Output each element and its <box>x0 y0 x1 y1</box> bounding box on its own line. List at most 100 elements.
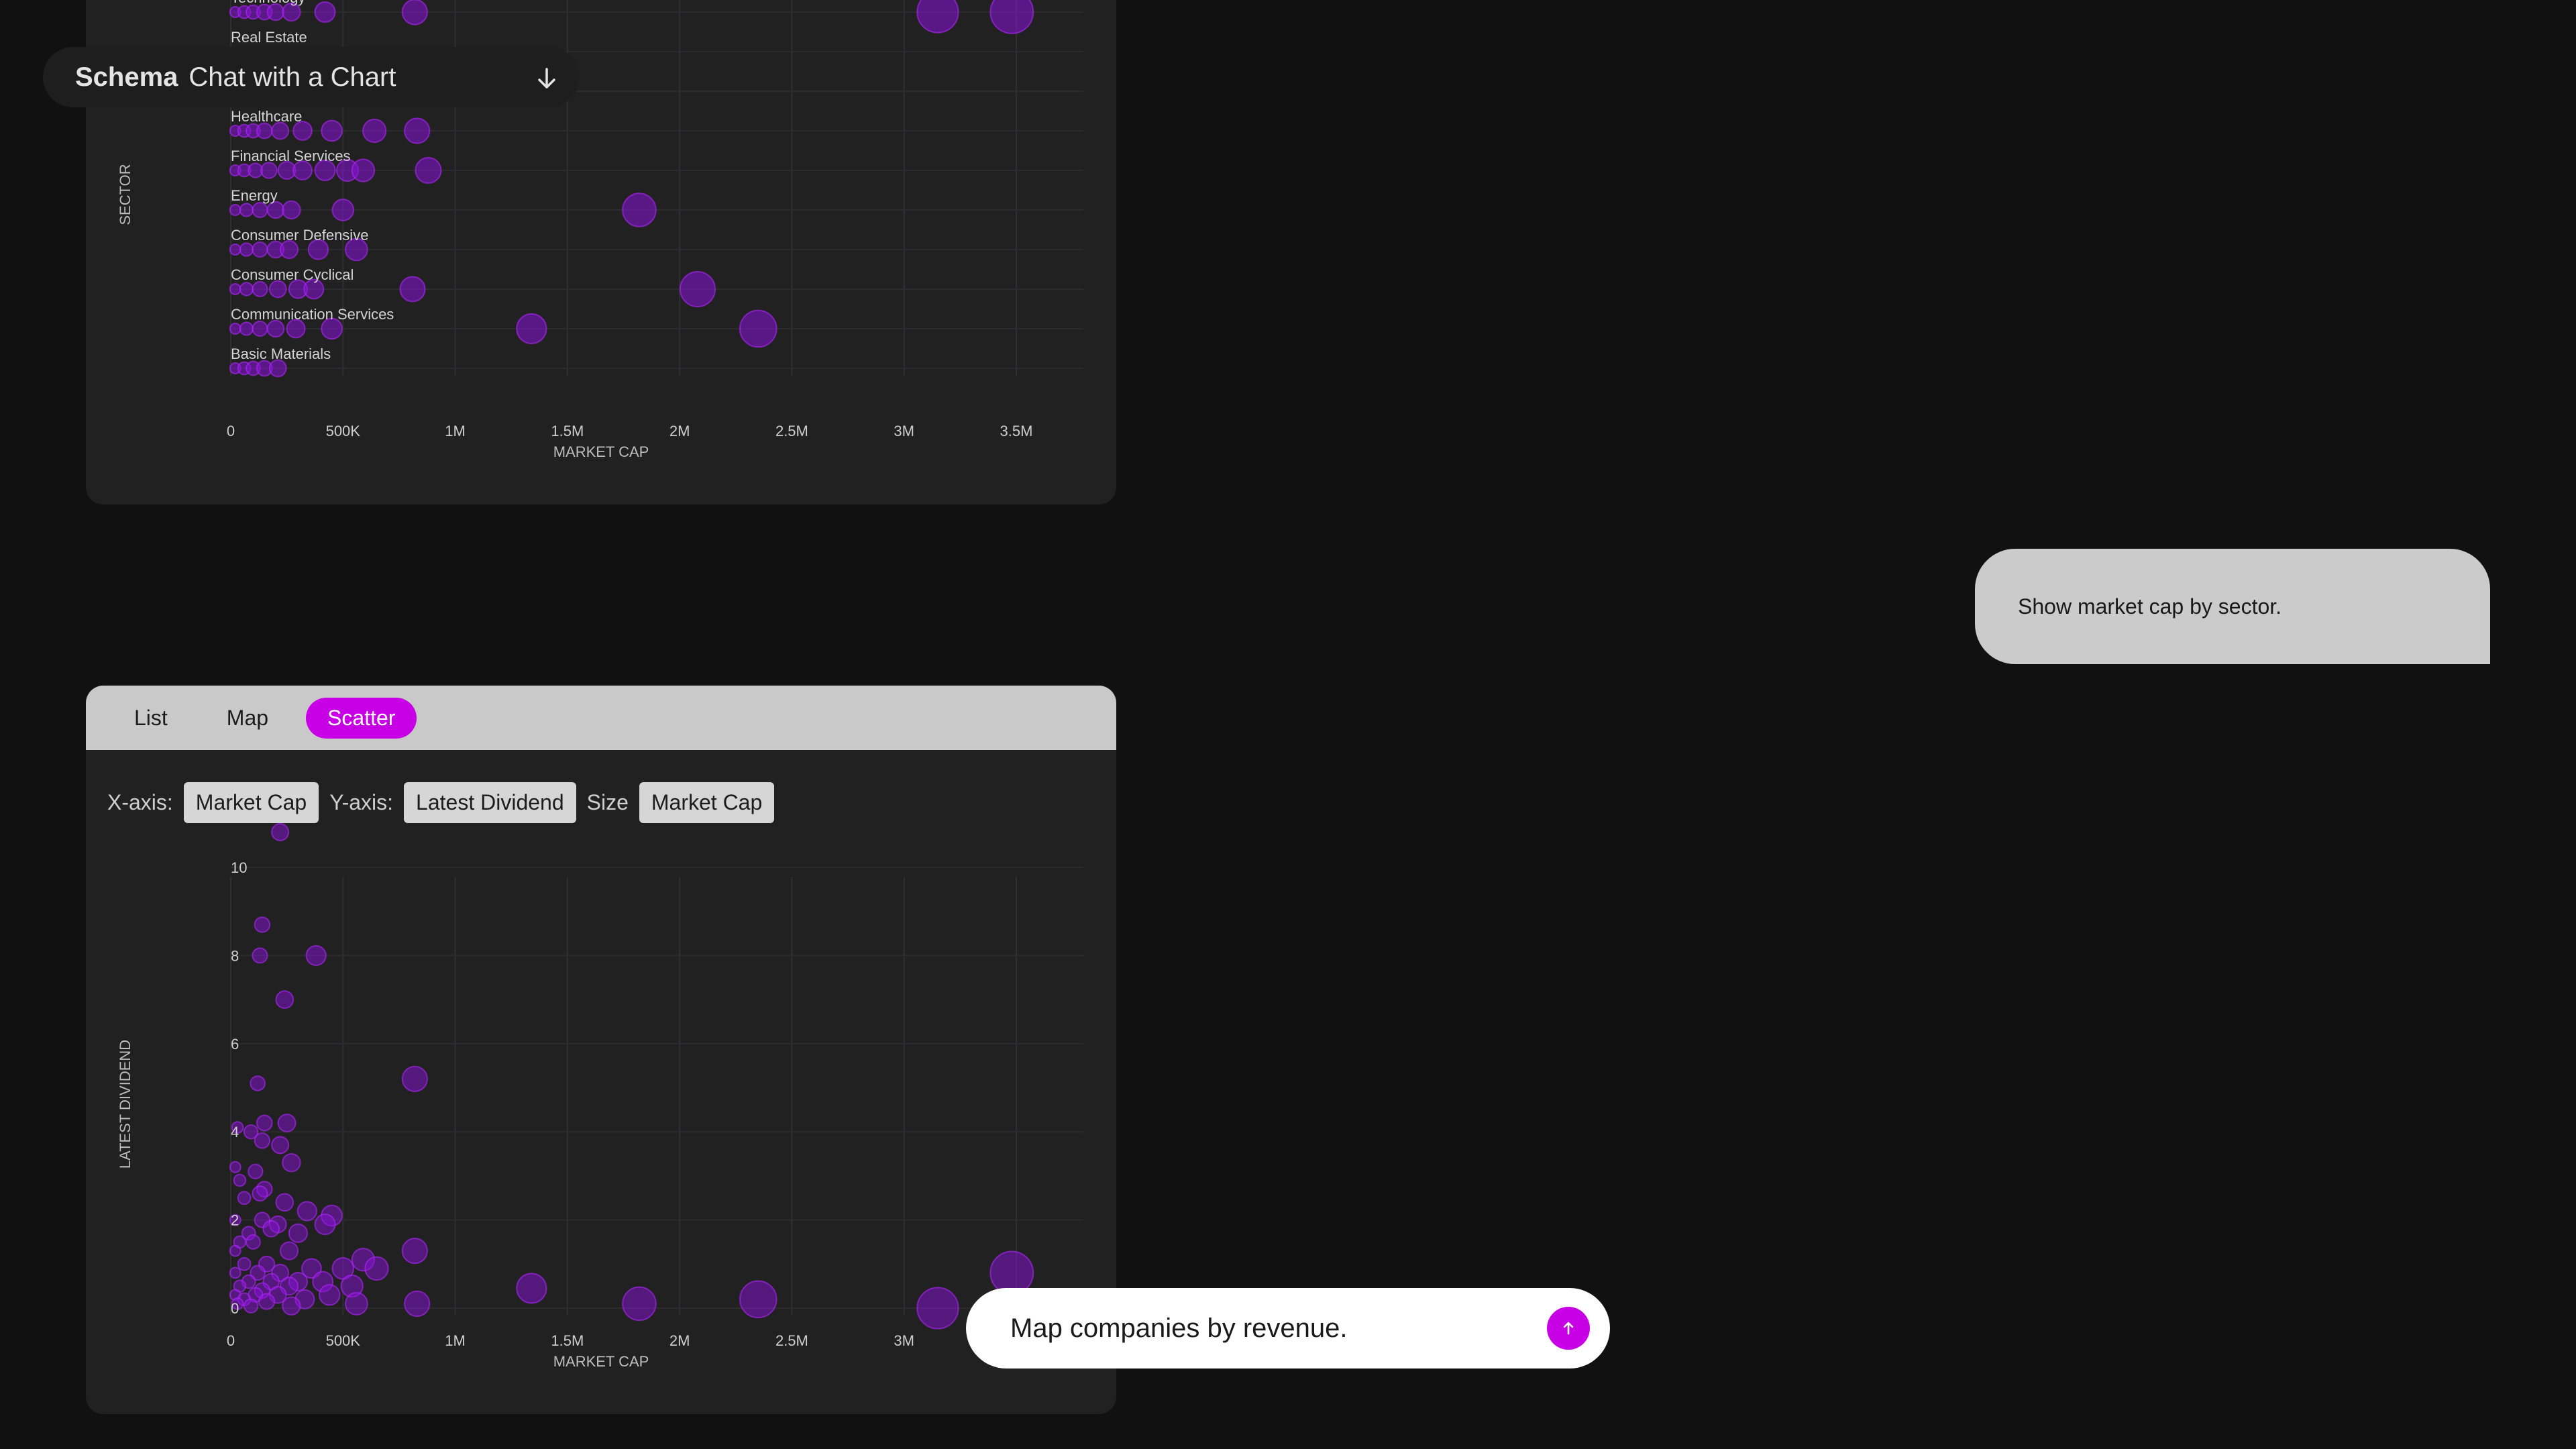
top-x-tick-label: 1.5M <box>551 423 584 439</box>
dividend-point[interactable] <box>318 1284 341 1306</box>
sector-point[interactable] <box>239 242 254 257</box>
arrow-down-icon <box>538 68 555 89</box>
sector-point[interactable] <box>516 313 547 345</box>
dividend-point[interactable] <box>305 945 327 966</box>
sector-point[interactable] <box>229 323 241 335</box>
user-message-bubble: Show market cap by sector. <box>1975 549 2490 664</box>
sector-point[interactable] <box>321 119 343 142</box>
sector-point[interactable] <box>260 162 278 179</box>
top-x-tick-label: 3.5M <box>1000 423 1033 439</box>
dividend-point[interactable] <box>275 990 294 1009</box>
sector-point[interactable] <box>679 270 716 308</box>
top-x-tick-label: 2M <box>669 423 690 439</box>
sector-point[interactable] <box>266 3 285 21</box>
dividend-point[interactable] <box>344 1292 368 1316</box>
sector-point[interactable] <box>256 122 273 140</box>
dividend-point[interactable] <box>258 1293 276 1310</box>
dividend-point[interactable] <box>401 1065 428 1092</box>
sector-point[interactable] <box>252 241 268 258</box>
dividend-point[interactable] <box>364 1256 389 1281</box>
dividend-point[interactable] <box>246 1234 261 1250</box>
dividend-point[interactable] <box>243 1298 259 1313</box>
dividend-point[interactable] <box>622 1286 657 1322</box>
sector-point[interactable] <box>271 121 290 140</box>
dividend-point[interactable] <box>256 1114 273 1132</box>
sector-point[interactable] <box>252 280 268 298</box>
dividend-point[interactable] <box>229 1161 241 1173</box>
dividend-point[interactable] <box>404 1290 431 1318</box>
dividend-point[interactable] <box>233 1173 247 1187</box>
sector-axis-title: SECTOR <box>117 164 133 225</box>
sector-point[interactable] <box>229 283 241 295</box>
dividend-point[interactable] <box>229 1267 241 1279</box>
bottom-y-tick-label: 2 <box>231 1212 239 1229</box>
sector-point[interactable] <box>282 200 301 220</box>
sector-point[interactable] <box>916 0 959 34</box>
dividend-point[interactable] <box>271 1136 290 1155</box>
scatter-panel: List Map Scatter X-axis: Market Cap Y-ax… <box>86 686 1116 1414</box>
dividend-point[interactable] <box>401 1238 428 1265</box>
message-input[interactable] <box>1010 1313 1520 1344</box>
sector-point[interactable] <box>229 244 241 256</box>
dividend-point[interactable] <box>288 1223 308 1243</box>
sector-label: Energy <box>231 187 278 204</box>
sector-point[interactable] <box>739 309 777 348</box>
sector-point[interactable] <box>239 282 254 297</box>
sector-point[interactable] <box>239 321 254 336</box>
bottom-x-tick-label: 2M <box>669 1332 690 1349</box>
bottom-x-tick-label: 3M <box>894 1332 914 1349</box>
sector-point[interactable] <box>399 276 426 303</box>
dividend-point[interactable] <box>297 1201 317 1222</box>
top-x-tick-label: 1M <box>445 423 466 439</box>
sector-point[interactable] <box>351 158 376 182</box>
send-button[interactable] <box>1547 1307 1590 1350</box>
dividend-point[interactable] <box>282 1296 301 1316</box>
sector-point[interactable] <box>239 203 254 217</box>
sector-point[interactable] <box>252 320 268 337</box>
dividend-point[interactable] <box>237 1256 252 1271</box>
download-button[interactable] <box>523 55 570 102</box>
dividend-point[interactable] <box>250 1075 266 1091</box>
top-x-tick-label: 3M <box>894 423 914 439</box>
scatter-market-cap-axis-title: MARKET CAP <box>553 1353 649 1370</box>
sector-label: Technology <box>231 0 305 6</box>
dividend-point[interactable] <box>277 1114 297 1133</box>
sector-label: Consumer Defensive <box>231 227 368 244</box>
dividend-point[interactable] <box>314 1214 336 1236</box>
sector-point[interactable] <box>404 117 431 144</box>
sector-point[interactable] <box>331 199 355 221</box>
sector-point[interactable] <box>989 0 1034 34</box>
sector-label: Financial Services <box>231 148 351 164</box>
sector-label: Basic Materials <box>231 345 331 362</box>
sector-point[interactable] <box>266 319 285 338</box>
dividend-point[interactable] <box>248 1163 264 1179</box>
sector-point[interactable] <box>314 1 336 23</box>
sector-point[interactable] <box>268 280 287 299</box>
sector-point[interactable] <box>362 118 387 144</box>
sector-point[interactable] <box>622 193 657 227</box>
dividend-point[interactable] <box>237 1191 252 1205</box>
sector-point[interactable] <box>266 201 285 219</box>
sector-point[interactable] <box>268 359 287 378</box>
dividend-point[interactable] <box>254 916 271 933</box>
dividend-point[interactable] <box>254 1132 271 1149</box>
dividend-point[interactable] <box>275 1193 294 1212</box>
dividend-point[interactable] <box>279 1241 299 1260</box>
dividend-point[interactable] <box>252 1185 268 1202</box>
dividend-point[interactable] <box>916 1287 959 1330</box>
sector-label: Consumer Cyclical <box>231 266 354 283</box>
sector-point[interactable] <box>229 204 241 216</box>
sector-point[interactable] <box>401 0 428 25</box>
dividend-point[interactable] <box>739 1280 777 1319</box>
top-x-tick-label: 500K <box>326 423 361 439</box>
bottom-y-tick-label: 0 <box>231 1300 239 1317</box>
dividend-point[interactable] <box>271 822 290 841</box>
bottom-x-tick-label: 500K <box>326 1332 361 1349</box>
dividend-point[interactable] <box>282 1152 301 1173</box>
dividend-point[interactable] <box>516 1273 547 1304</box>
dividend-point[interactable] <box>262 1220 280 1238</box>
sector-point[interactable] <box>415 156 442 184</box>
sector-point[interactable] <box>252 201 268 219</box>
dividend-point[interactable] <box>229 1244 241 1257</box>
dividend-point[interactable] <box>252 947 268 964</box>
